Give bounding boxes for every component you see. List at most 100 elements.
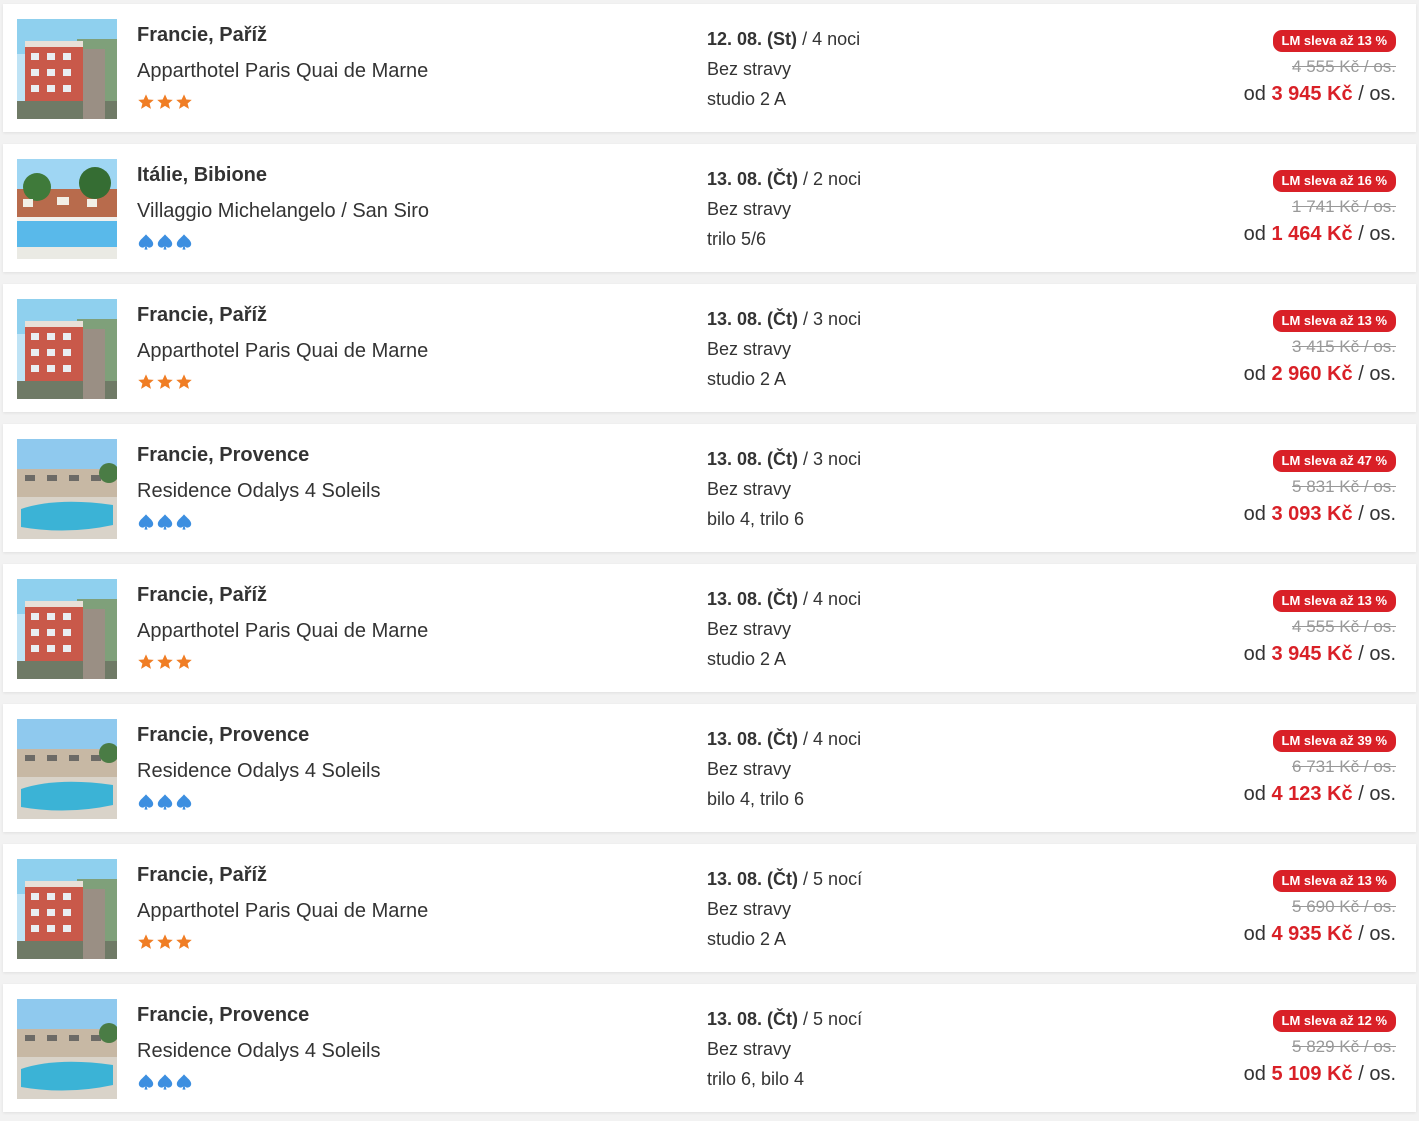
discount-badge: LM sleva až 39 %: [1272, 730, 1396, 752]
offer-term: 13. 08. (Čt) / 4 noci: [707, 729, 861, 750]
spade-icon: [175, 1073, 193, 1091]
offer-price: od 2 960 Kč / os.: [1244, 363, 1396, 386]
hotel-thumbnail[interactable]: [17, 439, 117, 539]
spade-icon: [156, 233, 174, 251]
hotel-thumbnail[interactable]: [17, 19, 117, 119]
offer-location: Francie, Paříž: [137, 584, 268, 606]
hotel-building-photo: [17, 859, 117, 959]
offer-rating: [137, 653, 193, 671]
offer-location: Francie, Paříž: [137, 24, 268, 46]
offer-list: Francie, Paříž Apparthotel Paris Quai de…: [0, 0, 1419, 1121]
spade-icon: [175, 513, 193, 531]
offer-nights: / 5 nocí: [803, 869, 863, 889]
offer-location: Francie, Paříž: [137, 304, 268, 326]
star-icon: [137, 373, 155, 391]
offer-date: 13. 08. (Čt): [707, 589, 799, 609]
star-icon: [175, 933, 193, 951]
offer-term: 13. 08. (Čt) / 2 noci: [707, 169, 861, 190]
hotel-thumbnail[interactable]: [17, 999, 117, 1099]
offer-rating: [137, 233, 193, 251]
price-prefix: od: [1243, 363, 1266, 385]
offer-board: Bez stravy: [707, 759, 792, 779]
offer-hotel-name[interactable]: Apparthotel Paris Quai de Marne: [137, 900, 428, 923]
spade-icon: [175, 233, 193, 251]
offer-term: 13. 08. (Čt) / 5 nocí: [707, 869, 862, 890]
star-icon: [156, 93, 174, 111]
old-price: 5 829 Kč / os.: [1292, 1037, 1396, 1056]
price-suffix: / os.: [1358, 783, 1396, 805]
offer-hotel-name[interactable]: Residence Odalys 4 Soleils: [137, 760, 380, 783]
offer-board: Bez stravy: [707, 199, 792, 219]
discount-badge: LM sleva až 12 %: [1272, 1010, 1396, 1032]
old-price: 1 741 Kč / os.: [1292, 197, 1396, 216]
spade-icon: [156, 513, 174, 531]
hotel-thumbnail[interactable]: [17, 579, 117, 679]
offer-card[interactable]: Francie, Provence Residence Odalys 4 Sol…: [3, 704, 1416, 832]
spade-icon: [156, 1073, 174, 1091]
residence-pool-photo: [17, 999, 117, 1099]
offer-hotel-name[interactable]: Residence Odalys 4 Soleils: [137, 1040, 380, 1063]
offer-price: od 4 123 Kč / os.: [1244, 783, 1396, 806]
offer-card[interactable]: Francie, Paříž Apparthotel Paris Quai de…: [3, 564, 1416, 692]
hotel-building-photo: [17, 19, 117, 119]
price-suffix: / os.: [1358, 83, 1396, 105]
discount-badge: LM sleva až 13 %: [1272, 30, 1396, 52]
offer-board: Bez stravy: [707, 619, 792, 639]
offer-board: Bez stravy: [707, 339, 792, 359]
offer-room: studio 2 A: [707, 649, 787, 669]
offer-hotel-name[interactable]: Villaggio Michelangelo / San Siro: [137, 200, 429, 223]
offer-room: studio 2 A: [707, 929, 787, 949]
offer-term: 13. 08. (Čt) / 3 noci: [707, 309, 861, 330]
offer-price: od 3 945 Kč / os.: [1244, 83, 1396, 106]
offer-nights: / 4 noci: [802, 29, 861, 49]
offer-date: 13. 08. (Čt): [707, 869, 799, 889]
star-icon: [156, 653, 174, 671]
offer-hotel-name[interactable]: Apparthotel Paris Quai de Marne: [137, 60, 428, 83]
offer-term: 13. 08. (Čt) / 3 noci: [707, 449, 861, 470]
price-prefix: od: [1243, 643, 1266, 665]
price-suffix: / os.: [1358, 1063, 1396, 1085]
offer-card[interactable]: Francie, Paříž Apparthotel Paris Quai de…: [3, 844, 1416, 972]
hotel-thumbnail[interactable]: [17, 859, 117, 959]
price-value: 5 109 Kč: [1271, 1063, 1353, 1085]
discount-badge: LM sleva až 16 %: [1272, 170, 1396, 192]
price-suffix: / os.: [1358, 363, 1396, 385]
star-icon: [137, 933, 155, 951]
price-prefix: od: [1243, 1063, 1266, 1085]
old-price: 4 555 Kč / os.: [1292, 617, 1396, 636]
offer-nights: / 4 noci: [803, 589, 862, 609]
offer-card[interactable]: Francie, Provence Residence Odalys 4 Sol…: [3, 424, 1416, 552]
offer-hotel-name[interactable]: Apparthotel Paris Quai de Marne: [137, 340, 428, 363]
price-suffix: / os.: [1358, 923, 1396, 945]
hotel-thumbnail[interactable]: [17, 159, 117, 259]
hotel-thumbnail[interactable]: [17, 719, 117, 819]
offer-card[interactable]: Francie, Paříž Apparthotel Paris Quai de…: [3, 4, 1416, 132]
offer-nights: / 3 noci: [803, 309, 862, 329]
price-prefix: od: [1243, 783, 1266, 805]
offer-hotel-name[interactable]: Apparthotel Paris Quai de Marne: [137, 620, 428, 643]
offer-date: 13. 08. (Čt): [707, 169, 799, 189]
offer-date: 13. 08. (Čt): [707, 729, 799, 749]
offer-rating: [137, 93, 193, 111]
offer-card[interactable]: Francie, Paříž Apparthotel Paris Quai de…: [3, 284, 1416, 412]
spade-icon: [137, 1073, 155, 1091]
star-icon: [175, 373, 193, 391]
price-value: 3 945 Kč: [1271, 643, 1353, 665]
old-price: 6 731 Kč / os.: [1292, 757, 1396, 776]
star-icon: [156, 933, 174, 951]
hotel-thumbnail[interactable]: [17, 299, 117, 399]
offer-date: 12. 08. (St): [707, 29, 798, 49]
offer-term: 12. 08. (St) / 4 noci: [707, 29, 860, 50]
old-price: 5 831 Kč / os.: [1292, 477, 1396, 496]
old-price: 4 555 Kč / os.: [1292, 57, 1396, 76]
hotel-building-photo: [17, 299, 117, 399]
price-suffix: / os.: [1358, 643, 1396, 665]
residence-pool-photo: [17, 719, 117, 819]
offer-date: 13. 08. (Čt): [707, 1009, 799, 1029]
spade-icon: [137, 793, 155, 811]
price-value: 1 464 Kč: [1271, 223, 1353, 245]
offer-rating: [137, 373, 193, 391]
offer-card[interactable]: Itálie, Bibione Villaggio Michelangelo /…: [3, 144, 1416, 272]
offer-hotel-name[interactable]: Residence Odalys 4 Soleils: [137, 480, 380, 503]
offer-card[interactable]: Francie, Provence Residence Odalys 4 Sol…: [3, 984, 1416, 1112]
